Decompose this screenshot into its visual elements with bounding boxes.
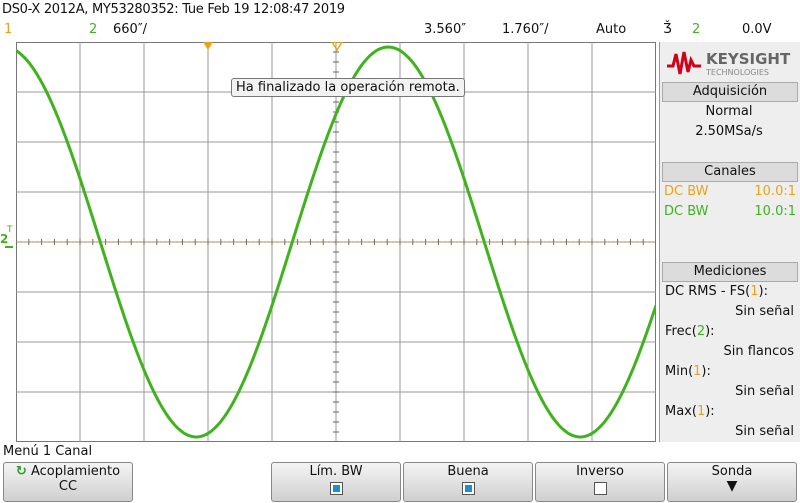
channel-2-scale: 660″/ <box>113 22 148 37</box>
ground-icon <box>5 246 13 248</box>
trigger-level-marker: T <box>7 225 13 235</box>
graticule <box>15 41 658 443</box>
trigger-edge-icon: Ǯ <box>663 22 672 37</box>
keysight-logo: KEYSIGHT TECHNOLOGIES <box>666 48 792 82</box>
keysight-wave-icon <box>667 51 701 75</box>
sample-rate: 2.50MSa/s <box>695 124 763 139</box>
invert-softkey[interactable]: Inverso <box>535 462 665 502</box>
brand-subtitle: TECHNOLOGIES <box>706 68 769 77</box>
brand-name: KEYSIGHT <box>706 50 791 68</box>
time-scale: 1.760″/ <box>502 22 549 37</box>
channel-1-probe: 10.0:1 <box>754 184 796 199</box>
menu-title: Menú 1 Canal <box>3 444 93 459</box>
measurement-value: Sin señal <box>735 384 794 399</box>
channel-2-probe: 10.0:1 <box>754 204 796 219</box>
refresh-icon: ↻ <box>15 464 27 479</box>
measurement-label: Frec(2): <box>665 324 715 339</box>
side-panel: KEYSIGHT TECHNOLOGIES Adquisición Normal… <box>659 42 800 442</box>
channel-2-coupling: DC BW <box>664 204 709 219</box>
time-position: 3.560″ <box>424 22 467 37</box>
scope-display: Ha finalizado la operación remota. <box>15 41 658 443</box>
bw-limit-checkbox[interactable] <box>329 482 343 495</box>
measurement-label: Max(1): <box>665 404 715 419</box>
measurement-label: Min(1): <box>665 364 711 379</box>
fine-label: Buena <box>447 464 489 479</box>
trigger-position-marker <box>330 41 344 52</box>
acquisition-header[interactable]: Adquisición <box>662 82 798 102</box>
measurement-label: DC RMS - FS(1): <box>665 284 768 299</box>
fine-softkey[interactable]: Buena <box>403 462 533 502</box>
channel-1-coupling: DC BW <box>664 184 709 199</box>
window-title: DS0-X 2012A, MY53280352: Tue Feb 19 12:0… <box>2 2 345 17</box>
coupling-label: Acoplamiento <box>30 464 121 479</box>
channels-header[interactable]: Canales <box>662 162 798 182</box>
remote-operation-message: Ha finalizado la operación remota. <box>231 78 465 97</box>
probe-label: Sonda <box>711 464 753 479</box>
channel-1-indicator[interactable]: 1 <box>4 22 12 37</box>
trigger-level: 0.0V <box>742 22 772 37</box>
bw-limit-label: Lím. BW <box>309 464 363 479</box>
measurement-value: Sin señal <box>735 424 794 439</box>
invert-checkbox[interactable] <box>593 482 607 495</box>
coupling-value: CC <box>58 479 78 494</box>
acquisition-mode: Normal <box>705 104 753 119</box>
coupling-softkey[interactable]: ↻ Acoplamiento CC <box>3 462 133 502</box>
fine-checkbox[interactable] <box>461 482 475 495</box>
invert-label: Inverso <box>576 464 624 479</box>
bw-limit-softkey[interactable]: Lím. BW <box>271 462 401 502</box>
measurements-header[interactable]: Mediciones <box>662 262 798 282</box>
measurement-value: Sin señal <box>735 304 794 319</box>
submenu-arrow-icon: ▼ <box>726 478 738 494</box>
status-bar: 1 2 660″/ 3.560″ 1.760″/ Auto Ǯ 2 0.0V <box>0 22 772 40</box>
trigger-source: 2 <box>692 22 701 37</box>
channel-2-indicator[interactable]: 2 <box>89 22 97 37</box>
probe-softkey[interactable]: Sonda ▼ <box>667 462 797 502</box>
measurement-value: Sin flancos <box>723 344 794 359</box>
time-reference-marker <box>203 42 213 50</box>
trigger-mode: Auto <box>596 22 627 37</box>
